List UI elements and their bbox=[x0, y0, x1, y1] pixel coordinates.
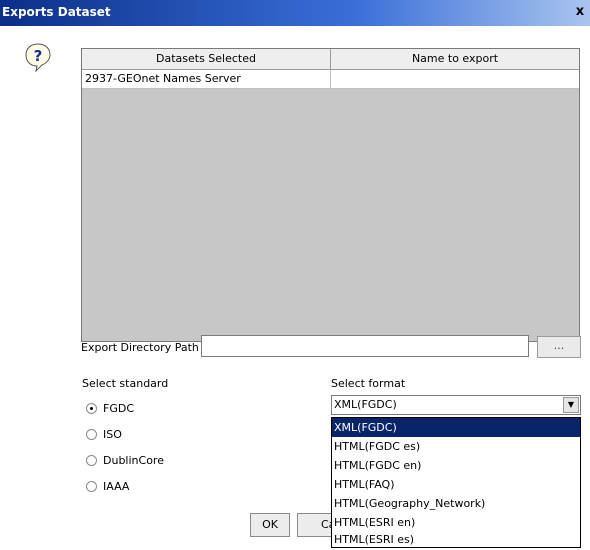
column-header-datasets-selected[interactable]: Datasets Selected bbox=[82, 49, 331, 69]
format-option[interactable]: HTML(FGDC es) bbox=[332, 437, 580, 456]
format-dropdown-list: XML(FGDC) HTML(FGDC es) HTML(FGDC en) HT… bbox=[331, 417, 581, 548]
format-option[interactable]: HTML(ESRI es) bbox=[332, 530, 580, 549]
export-path-input[interactable] bbox=[201, 335, 529, 357]
name-to-export-cell[interactable] bbox=[331, 70, 579, 88]
format-option[interactable]: HTML(FAQ) bbox=[332, 475, 580, 494]
close-button[interactable]: x bbox=[572, 4, 588, 20]
format-option[interactable]: XML(FGDC) bbox=[332, 418, 580, 437]
format-select[interactable]: XML(FGDC) ▼ bbox=[331, 395, 581, 415]
format-option[interactable]: HTML(FGDC en) bbox=[332, 456, 580, 475]
browse-button[interactable]: ... bbox=[537, 336, 581, 358]
radio-label: DublinCore bbox=[103, 454, 164, 467]
radio-button[interactable] bbox=[86, 429, 97, 440]
radio-label: FGDC bbox=[103, 402, 135, 415]
format-select-value: XML(FGDC) bbox=[334, 398, 397, 411]
table-row[interactable]: 2937-GEOnet Names Server bbox=[82, 70, 579, 89]
svg-text:?: ? bbox=[34, 47, 43, 65]
radio-label: IAAA bbox=[103, 480, 130, 493]
chevron-down-icon[interactable]: ▼ bbox=[563, 397, 579, 413]
format-option[interactable]: HTML(Geography_Network) bbox=[332, 494, 580, 513]
radio-button[interactable] bbox=[86, 403, 97, 414]
question-icon: ? bbox=[25, 43, 51, 72]
column-header-name-to-export[interactable]: Name to export bbox=[331, 49, 579, 69]
ok-button[interactable]: OK bbox=[250, 513, 290, 537]
title-bar: Exports Dataset x bbox=[0, 0, 590, 26]
datasets-table: Datasets Selected Name to export 2937-GE… bbox=[81, 48, 580, 342]
select-standard-label: Select standard bbox=[82, 377, 169, 390]
radio-label: ISO bbox=[103, 428, 122, 441]
window-title: Exports Dataset bbox=[2, 5, 111, 19]
select-format-label: Select format bbox=[331, 377, 406, 390]
radio-button[interactable] bbox=[86, 455, 97, 466]
export-path-label: Export Directory Path bbox=[81, 341, 199, 354]
dataset-cell[interactable]: 2937-GEOnet Names Server bbox=[82, 70, 331, 88]
radio-button[interactable] bbox=[86, 481, 97, 492]
table-header: Datasets Selected Name to export bbox=[82, 49, 579, 70]
